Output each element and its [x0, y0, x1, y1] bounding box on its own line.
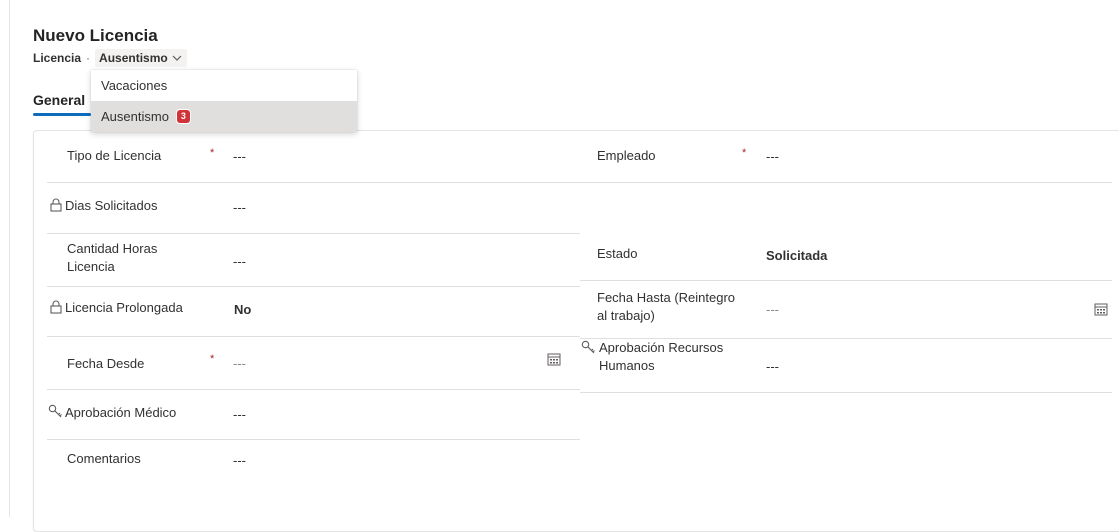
field-value[interactable]: --- — [233, 200, 246, 215]
tab-general[interactable]: General — [33, 92, 85, 108]
field-licencia-prolongada: Licencia Prolongada No — [47, 287, 580, 337]
field-value[interactable]: --- — [233, 407, 246, 422]
key-icon — [581, 340, 597, 354]
breadcrumb-entity: Licencia — [33, 51, 82, 65]
field-label: Aprobación Médico — [65, 405, 177, 420]
breadcrumb: Licencia · Ausentismo — [33, 49, 187, 67]
dropdown-option-ausentismo[interactable]: Ausentismo 3 — [91, 101, 357, 132]
field-value[interactable]: --- — [766, 302, 779, 317]
required-indicator: * — [210, 147, 215, 159]
dropdown-option-vacaciones[interactable]: Vacaciones — [91, 70, 357, 101]
field-value[interactable]: --- — [233, 356, 246, 371]
required-indicator: * — [210, 353, 215, 365]
field-value[interactable]: --- — [233, 254, 246, 269]
field-label: Tipo de Licencia — [67, 148, 162, 163]
form-selector-button[interactable]: Ausentismo — [95, 49, 187, 67]
tab-selected-indicator — [33, 113, 91, 116]
left-edge-divider — [9, 0, 10, 517]
field-value[interactable]: --- — [233, 453, 246, 468]
field-label: Cantidad Horas Licencia — [67, 241, 158, 274]
calendar-icon[interactable] — [547, 352, 561, 366]
field-label: Empleado — [597, 148, 656, 163]
form-selector-label: Ausentismo — [99, 51, 168, 65]
calendar-icon[interactable] — [1094, 302, 1108, 316]
field-cantidad-horas-licencia: Cantidad Horas Licencia --- — [47, 234, 580, 287]
field-label: Fecha Desde — [67, 356, 145, 371]
key-icon — [48, 404, 64, 418]
field-label: Dias Solicitados — [65, 198, 158, 213]
page-title: Nuevo Licencia — [33, 26, 158, 45]
field-value[interactable]: --- — [766, 359, 779, 374]
field-value[interactable]: No — [234, 302, 251, 317]
field-value[interactable]: --- — [233, 149, 246, 164]
breadcrumb-separator: · — [86, 51, 91, 65]
field-label: Estado — [597, 246, 638, 261]
field-label: Licencia Prolongada — [65, 300, 183, 315]
field-fecha-desde: Fecha Desde * --- — [47, 337, 580, 390]
lock-icon — [50, 198, 62, 212]
field-estado: Estado Solicitada — [580, 231, 1112, 281]
field-value[interactable]: --- — [766, 149, 779, 164]
field-label: Aprobación Recursos Humanos — [599, 340, 724, 373]
field-dias-solicitados: Dias Solicitados --- — [47, 184, 580, 234]
required-indicator: * — [742, 147, 747, 159]
field-comentarios: Comentarios --- — [47, 440, 580, 490]
lock-icon — [50, 300, 62, 314]
field-label: Comentarios — [67, 451, 141, 466]
field-fecha-hasta: Fecha Hasta (Reintegro al trabajo) --- — [580, 281, 1112, 339]
field-aprobacion-medico: Aprobación Médico --- — [47, 390, 580, 440]
field-aprobacion-rrhh: Aprobación Recursos Humanos --- — [580, 339, 1112, 393]
form-selector-dropdown: Vacaciones Ausentismo 3 — [91, 70, 357, 132]
field-label: Fecha Hasta (Reintegro al trabajo) — [597, 290, 736, 323]
field-empleado: Empleado * --- — [580, 133, 1112, 183]
chevron-down-icon — [172, 55, 182, 61]
field-value[interactable]: Solicitada — [766, 248, 827, 263]
field-tipo-de-licencia: Tipo de Licencia * --- — [47, 133, 580, 183]
dropdown-option-label: Ausentismo — [101, 109, 169, 124]
dropdown-option-label: Vacaciones — [101, 78, 168, 93]
count-badge: 3 — [176, 110, 190, 123]
